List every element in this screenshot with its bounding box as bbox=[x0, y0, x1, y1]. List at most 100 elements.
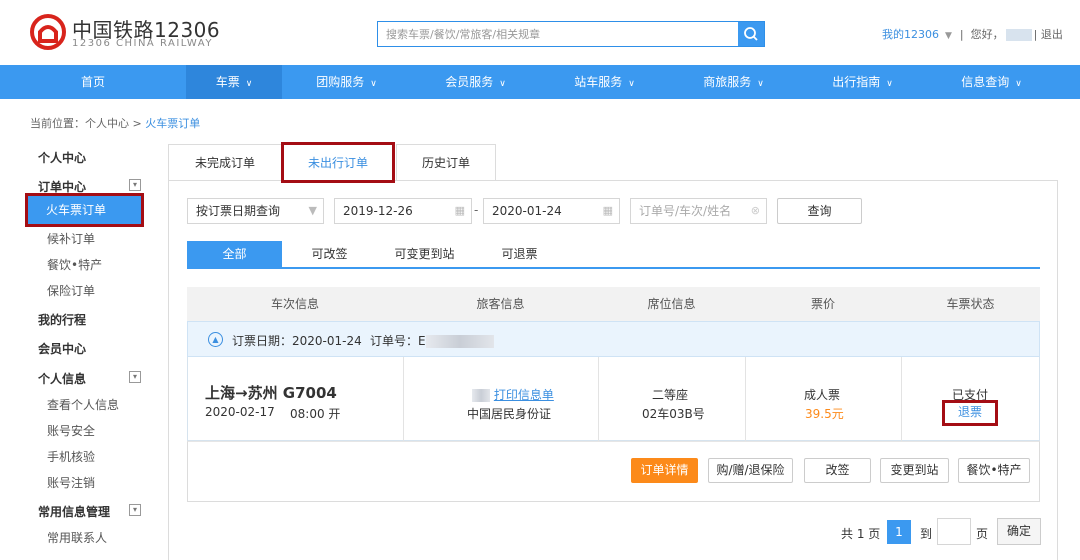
status-tab-refundable[interactable]: 可退票 bbox=[472, 241, 567, 268]
chevron-down-icon: ∨ bbox=[499, 79, 506, 89]
order-number-blurred bbox=[425, 335, 494, 348]
chevron-down-icon: ∨ bbox=[628, 79, 635, 89]
tab-incomplete-orders[interactable]: 未完成订单 bbox=[168, 144, 282, 181]
sidebar-item-view-info[interactable]: 查看个人信息 bbox=[47, 396, 119, 413]
chevron-down-icon: ∨ bbox=[886, 79, 893, 89]
ticket-price: 39.5元 bbox=[805, 407, 844, 421]
query-type-select[interactable]: 按订票日期查询 ▼ bbox=[187, 198, 324, 224]
col-train-info: 车次信息 bbox=[270, 297, 319, 311]
sidebar-member-center[interactable]: 会员中心 bbox=[38, 340, 86, 357]
breadcrumb: 当前位置：个人中心 > 火车票订单 bbox=[30, 115, 200, 131]
my12306-link[interactable]: 我的12306 bbox=[882, 28, 939, 41]
railway-logo-icon[interactable] bbox=[30, 14, 66, 50]
id-type: 中国居民身份证 bbox=[467, 407, 552, 421]
print-info-link[interactable]: 打印信息单 bbox=[494, 388, 554, 402]
page-jump-input[interactable] bbox=[937, 518, 971, 545]
col-passenger-info: 旅客信息 bbox=[476, 297, 525, 311]
departure-date: 2020-02-17 bbox=[205, 405, 275, 419]
chevron-down-icon: ∨ bbox=[370, 79, 377, 89]
passenger-line: 打印信息单 bbox=[472, 386, 554, 403]
pagination-to: 到 bbox=[920, 527, 933, 541]
train-route: 上海→苏州 G7004 bbox=[205, 384, 337, 402]
refund-link[interactable]: 退票 bbox=[942, 400, 998, 426]
order-detail-button[interactable]: 订单详情 bbox=[631, 458, 698, 483]
chevron-down-icon: ∨ bbox=[245, 79, 253, 89]
order-summary-bar: ▲ 订票日期：2020-01-24 订单号：E bbox=[187, 321, 1040, 357]
clear-icon[interactable]: ⊗ bbox=[751, 199, 760, 223]
breadcrumb-prefix[interactable]: 当前位置：个人中心 > bbox=[30, 117, 145, 130]
sidebar-personal-center[interactable]: 个人中心 bbox=[38, 149, 86, 166]
order-number: 订单号：E bbox=[370, 332, 494, 349]
sidebar-item-insurance[interactable]: 保险订单 bbox=[47, 282, 95, 299]
chevron-down-icon: ∨ bbox=[1015, 79, 1022, 89]
status-tabs-underline bbox=[187, 267, 1040, 269]
breadcrumb-current[interactable]: 火车票订单 bbox=[145, 117, 200, 130]
tab-history-orders[interactable]: 历史订单 bbox=[396, 144, 496, 181]
status-tab-change-station[interactable]: 可变更到站 bbox=[377, 241, 472, 268]
query-button[interactable]: 查询 bbox=[777, 198, 862, 224]
table-header: 车次信息 旅客信息 席位信息 票价 车票状态 bbox=[187, 287, 1040, 321]
collapse-icon[interactable]: ▾ bbox=[129, 179, 141, 191]
date-separator: - bbox=[474, 203, 479, 217]
chevron-up-icon[interactable]: ▲ bbox=[208, 332, 223, 347]
nav-tickets[interactable]: 车票 ∨ bbox=[186, 65, 282, 99]
sidebar-order-center[interactable]: 订单中心 bbox=[38, 178, 86, 195]
divider bbox=[598, 357, 599, 441]
status-tab-all[interactable]: 全部 bbox=[187, 241, 282, 268]
passenger-name-blurred bbox=[472, 389, 490, 402]
logo-subtitle: 12306 CHINA RAILWAY bbox=[72, 38, 213, 49]
tab-upcoming-orders[interactable]: 未出行订单 bbox=[281, 142, 395, 183]
search-input[interactable] bbox=[378, 22, 738, 46]
collapse-icon[interactable]: ▾ bbox=[129, 504, 141, 516]
sidebar-personal-info[interactable]: 个人信息 bbox=[38, 370, 86, 387]
nav-station-service[interactable]: 站车服务 ∨ bbox=[540, 65, 669, 99]
greeting: 您好， bbox=[970, 28, 1004, 41]
start-date-field[interactable]: 2019-12-26 ▦ bbox=[334, 198, 472, 224]
catering-button[interactable]: 餐饮•特产 bbox=[958, 458, 1030, 483]
sidebar-item-account-cancel[interactable]: 账号注销 bbox=[47, 474, 95, 491]
pagination-page: 页 bbox=[976, 527, 989, 541]
sidebar-item-phone-verify[interactable]: 手机核验 bbox=[47, 448, 95, 465]
divider bbox=[403, 357, 404, 441]
col-status: 车票状态 bbox=[946, 297, 995, 311]
col-seat-info: 席位信息 bbox=[647, 297, 696, 311]
sidebar-item-train-orders[interactable]: 火车票订单 bbox=[25, 193, 144, 227]
end-date-field[interactable]: 2020-01-24 ▦ bbox=[483, 198, 620, 224]
divider bbox=[745, 357, 746, 441]
status-tab-changeable[interactable]: 可改签 bbox=[282, 241, 377, 268]
col-price: 票价 bbox=[810, 297, 835, 311]
calendar-icon: ▦ bbox=[454, 204, 465, 217]
nav-member-service[interactable]: 会员服务 ∨ bbox=[411, 65, 540, 99]
order-date: 订票日期：2020-01-24 bbox=[232, 334, 362, 348]
sidebar-item-account-security[interactable]: 账号安全 bbox=[47, 422, 95, 439]
nav-travel-guide[interactable]: 出行指南 ∨ bbox=[798, 65, 927, 99]
pagination-total: 共 1 页 bbox=[841, 527, 881, 541]
chevron-down-icon[interactable]: ▼ bbox=[945, 31, 952, 41]
page-confirm-button[interactable]: 确定 bbox=[997, 518, 1041, 545]
ticket-type: 成人票 bbox=[804, 388, 841, 402]
sidebar-item-contacts[interactable]: 常用联系人 bbox=[47, 529, 107, 546]
search-icon bbox=[744, 27, 758, 41]
change-station-button[interactable]: 变更到站 bbox=[880, 458, 949, 483]
logout-link[interactable]: 退出 bbox=[1041, 28, 1063, 41]
search-button[interactable] bbox=[738, 22, 764, 46]
nav-group-service[interactable]: 团购服务 ∨ bbox=[282, 65, 411, 99]
main-nav: 首页 车票 ∨ 团购服务 ∨ 会员服务 ∨ 站车服务 ∨ 商旅服务 ∨ 出行指南 ∨ 信息查… bbox=[0, 65, 1080, 99]
dropdown-arrow-icon: ▼ bbox=[308, 204, 317, 217]
sidebar-item-waitlist[interactable]: 候补订单 bbox=[47, 230, 95, 247]
reschedule-button[interactable]: 改签 bbox=[804, 458, 871, 483]
collapse-icon[interactable]: ▾ bbox=[129, 371, 141, 383]
divider bbox=[901, 357, 902, 441]
keyword-input[interactable]: 订单号/车次/姓名 ⊗ bbox=[630, 198, 767, 224]
calendar-icon: ▦ bbox=[602, 204, 613, 217]
sidebar-item-catering[interactable]: 餐饮•特产 bbox=[47, 256, 102, 273]
nav-info-query[interactable]: 信息查询 ∨ bbox=[927, 65, 1056, 99]
nav-home[interactable]: 首页 bbox=[0, 65, 186, 99]
sidebar-my-trips[interactable]: 我的行程 bbox=[38, 311, 86, 328]
sidebar-common-info[interactable]: 常用信息管理 bbox=[38, 503, 110, 520]
insurance-button[interactable]: 购/赠/退保险 bbox=[708, 458, 793, 483]
departure-time: 08:00 开 bbox=[290, 407, 341, 421]
nav-business-service[interactable]: 商旅服务 ∨ bbox=[669, 65, 798, 99]
page-number-button[interactable]: 1 bbox=[887, 520, 911, 544]
top-user-links: 我的12306 ▼ | 您好， | 退出 bbox=[882, 28, 1063, 41]
